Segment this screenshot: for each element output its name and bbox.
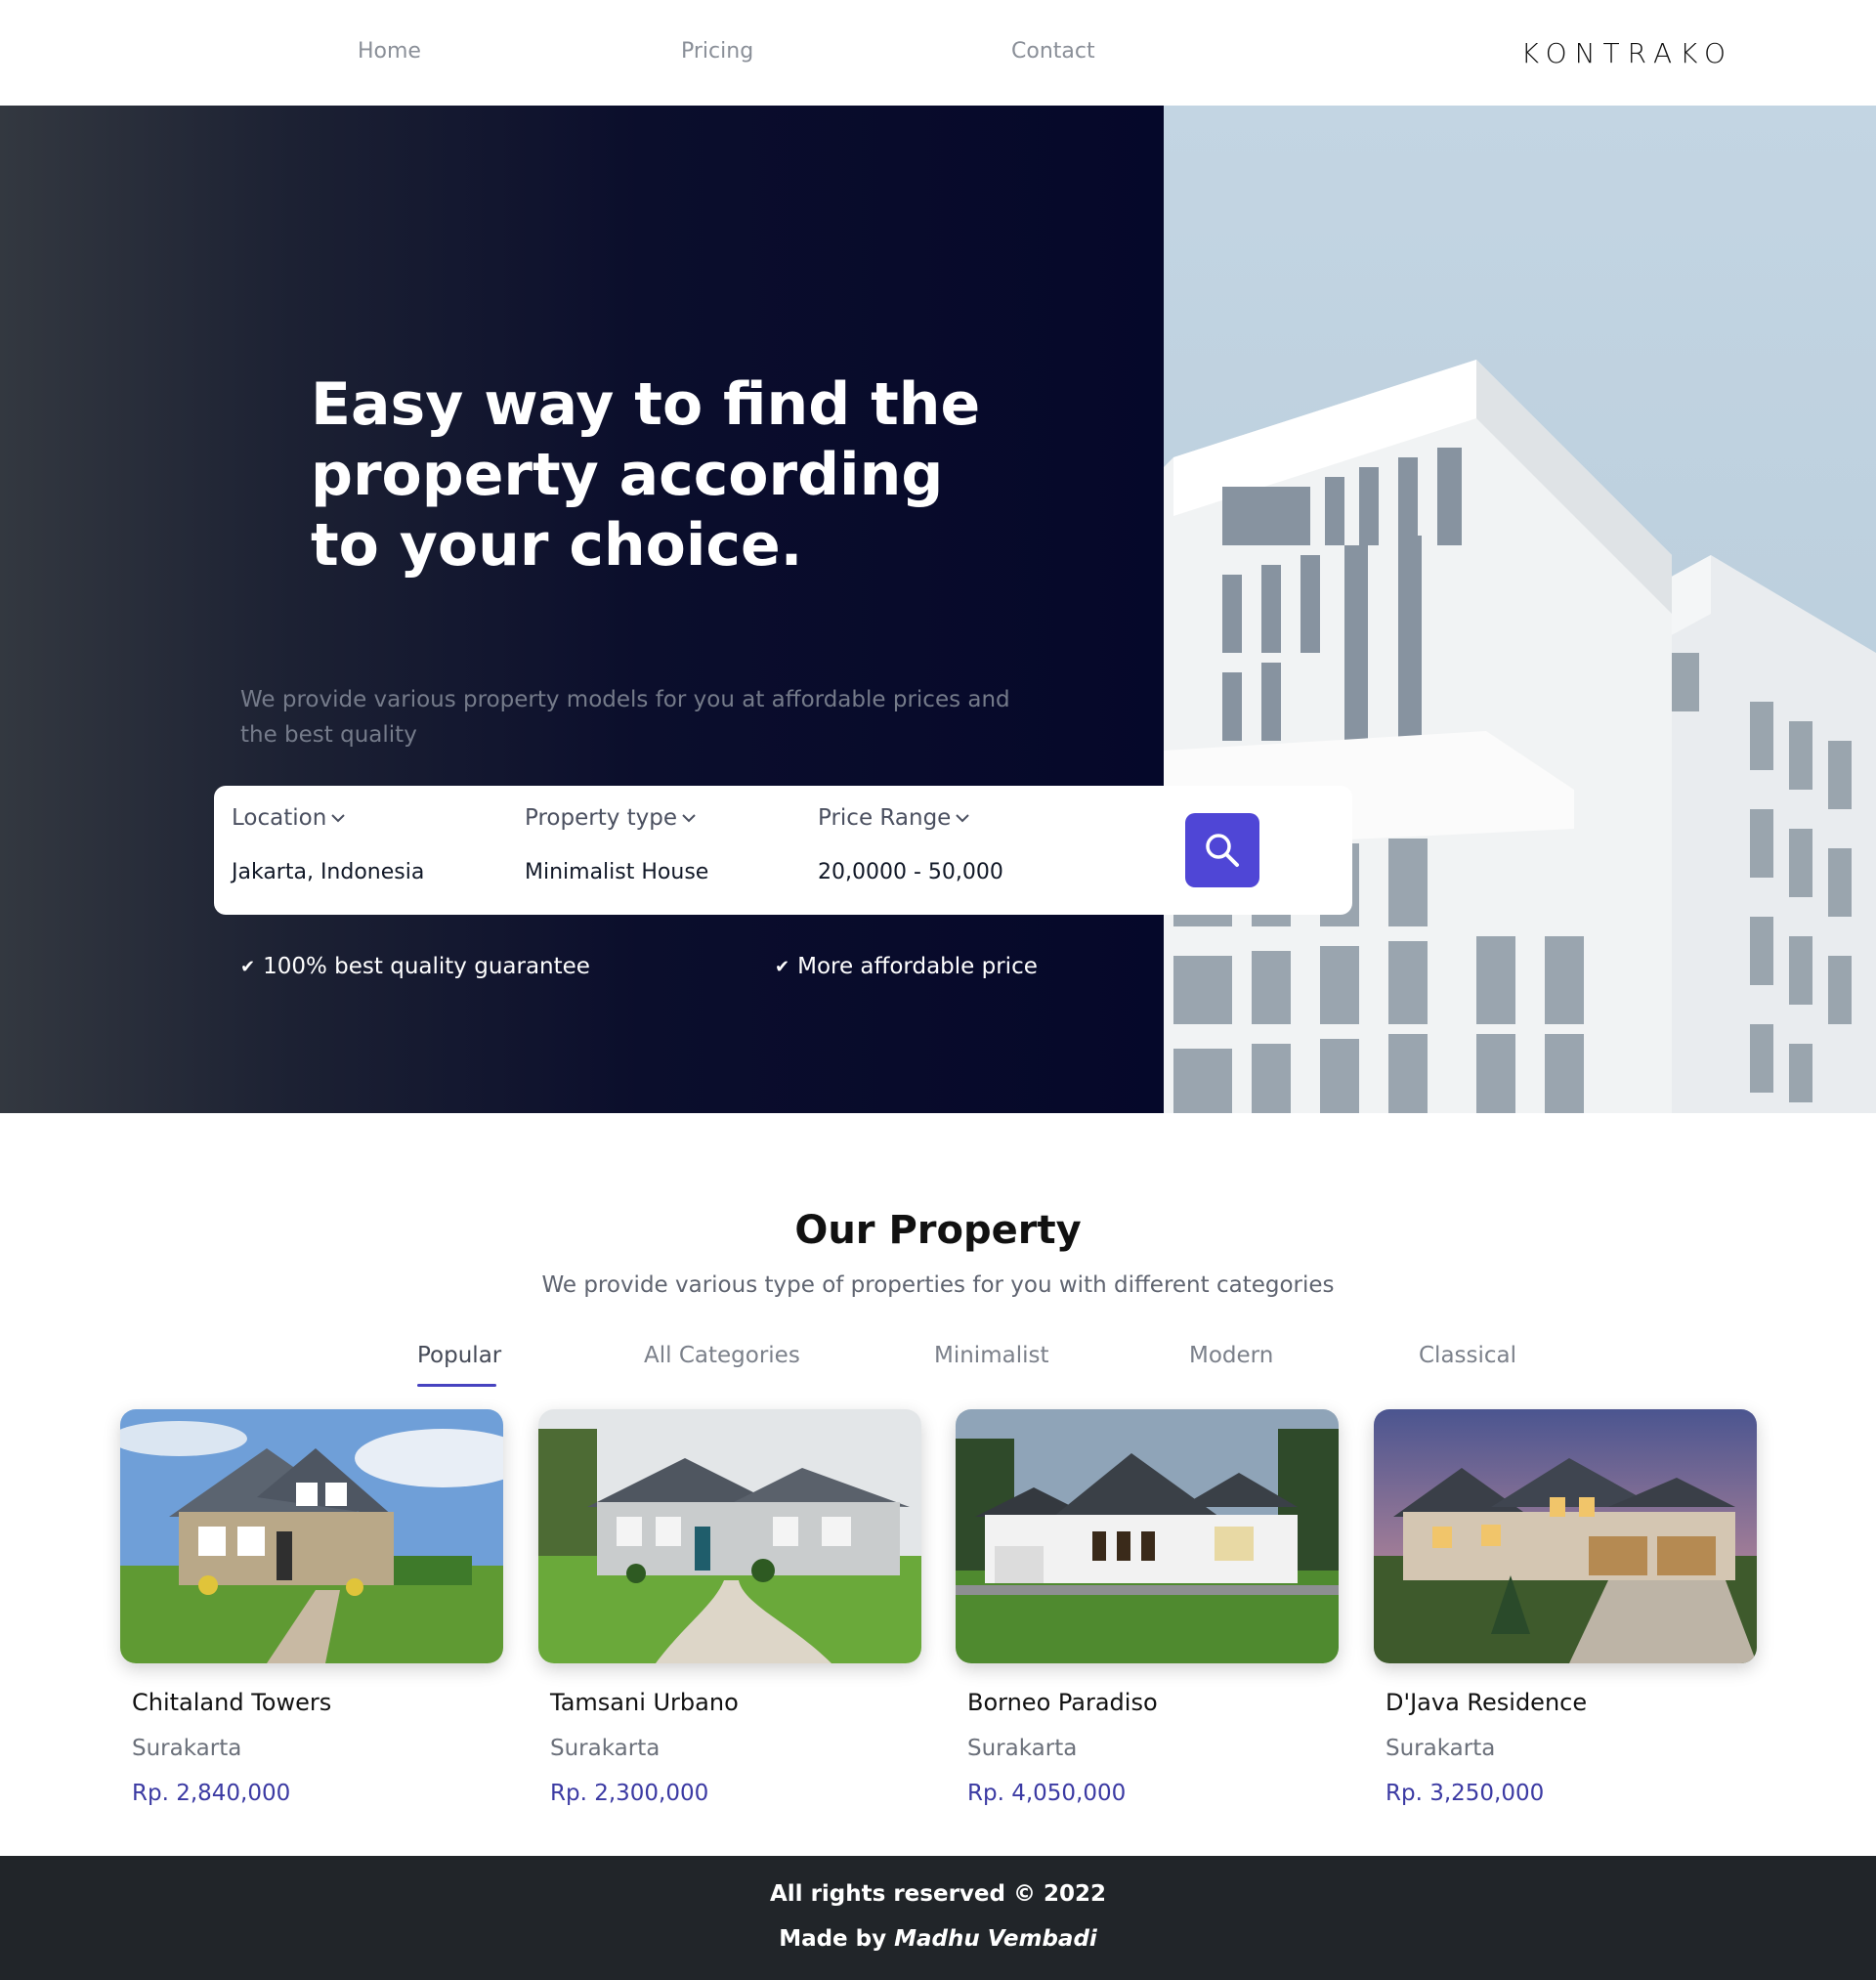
house-photo — [1374, 1409, 1757, 1663]
property-image[interactable] — [538, 1409, 921, 1663]
check-icon: ✔ — [240, 956, 256, 977]
tab-all-categories[interactable]: All Categories — [644, 1343, 800, 1368]
chevron-down-icon[interactable] — [330, 812, 346, 824]
property-type-value: Minimalist House — [525, 860, 709, 884]
chevron-down-icon[interactable] — [955, 812, 970, 824]
hero-section: Easy way to find the property according … — [0, 106, 1876, 1113]
feature-price: ✔ More affordable price — [775, 954, 1038, 979]
made-by-prefix: Made by — [779, 1926, 887, 1952]
top-navbar: Home Pricing Contact KONTRAKO — [0, 0, 1876, 106]
house-photo — [538, 1409, 921, 1663]
search-button[interactable] — [1185, 813, 1259, 887]
property-image[interactable] — [120, 1409, 503, 1663]
price-range-label: Price Range — [818, 805, 952, 831]
property-city: Surakarta — [967, 1736, 1078, 1761]
property-card[interactable]: Tamsani Urbano Surakarta Rp. 2,300,000 — [538, 1409, 921, 1820]
section-title: Our Property — [794, 1208, 1082, 1253]
building-illustration — [1164, 106, 1876, 1113]
hero-building-image — [1164, 106, 1876, 1113]
location-label: Location — [232, 805, 327, 831]
property-type-label: Property type — [525, 805, 678, 831]
nav-home-link[interactable]: Home — [358, 39, 421, 64]
property-type-field[interactable]: Property type Minimalist House — [525, 805, 708, 884]
brand-logo[interactable]: KONTRAKO — [1521, 37, 1733, 69]
property-city: Surakarta — [550, 1736, 661, 1761]
feature-price-text: More affordable price — [797, 954, 1038, 979]
property-card[interactable]: Chitaland Towers Surakarta Rp. 2,840,000 — [120, 1409, 503, 1820]
nav-contact-link[interactable]: Contact — [1011, 39, 1095, 64]
house-photo — [120, 1409, 503, 1663]
made-by-text: Made by Madhu Vembadi — [0, 1926, 1876, 1952]
hero-subtitle: We provide various property models for y… — [240, 687, 1010, 748]
check-icon: ✔ — [775, 956, 790, 977]
tab-popular[interactable]: Popular — [417, 1343, 501, 1368]
nav-pricing-link[interactable]: Pricing — [681, 39, 753, 64]
property-price: Rp. 2,840,000 — [132, 1781, 291, 1806]
copyright-text: All rights reserved © 2022 — [770, 1881, 1106, 1907]
search-icon — [1206, 834, 1239, 867]
price-range-value: 20,0000 - 50,000 — [818, 860, 1003, 884]
property-city: Surakarta — [132, 1736, 242, 1761]
section-subtitle: We provide various type of properties fo… — [541, 1272, 1335, 1298]
property-card[interactable]: D'Java Residence Surakarta Rp. 3,250,000 — [1374, 1409, 1757, 1820]
property-price: Rp. 3,250,000 — [1386, 1781, 1545, 1806]
property-name: D'Java Residence — [1386, 1689, 1588, 1716]
tab-modern[interactable]: Modern — [1189, 1343, 1273, 1368]
hero-title: Easy way to find the property according … — [311, 370, 981, 580]
property-image[interactable] — [956, 1409, 1339, 1663]
feature-quality: ✔ 100% best quality guarantee — [240, 954, 590, 979]
active-tab-indicator — [417, 1384, 496, 1387]
property-name: Tamsani Urbano — [550, 1689, 739, 1716]
property-city: Surakarta — [1386, 1736, 1496, 1761]
tab-classical[interactable]: Classical — [1419, 1343, 1516, 1368]
property-name: Borneo Paradiso — [967, 1689, 1158, 1716]
author-name: Madhu Vembadi — [894, 1926, 1097, 1952]
property-price: Rp. 2,300,000 — [550, 1781, 709, 1806]
property-price: Rp. 4,050,000 — [967, 1781, 1127, 1806]
chevron-down-icon[interactable] — [681, 812, 697, 824]
property-image[interactable] — [1374, 1409, 1757, 1663]
footer: All rights reserved © 2022 Made by Madhu… — [0, 1856, 1876, 1980]
house-photo — [956, 1409, 1339, 1663]
tab-minimalist[interactable]: Minimalist — [934, 1343, 1048, 1368]
feature-quality-text: 100% best quality guarantee — [263, 954, 590, 979]
location-field[interactable]: Location Jakarta, Indonesia — [232, 805, 424, 884]
property-name: Chitaland Towers — [132, 1689, 332, 1716]
property-card[interactable]: Borneo Paradiso Surakarta Rp. 4,050,000 — [956, 1409, 1339, 1820]
property-search-bar: Location Jakarta, Indonesia Property typ… — [214, 786, 1352, 915]
price-range-field[interactable]: Price Range 20,0000 - 50,000 — [818, 805, 1003, 884]
location-value: Jakarta, Indonesia — [232, 860, 425, 884]
